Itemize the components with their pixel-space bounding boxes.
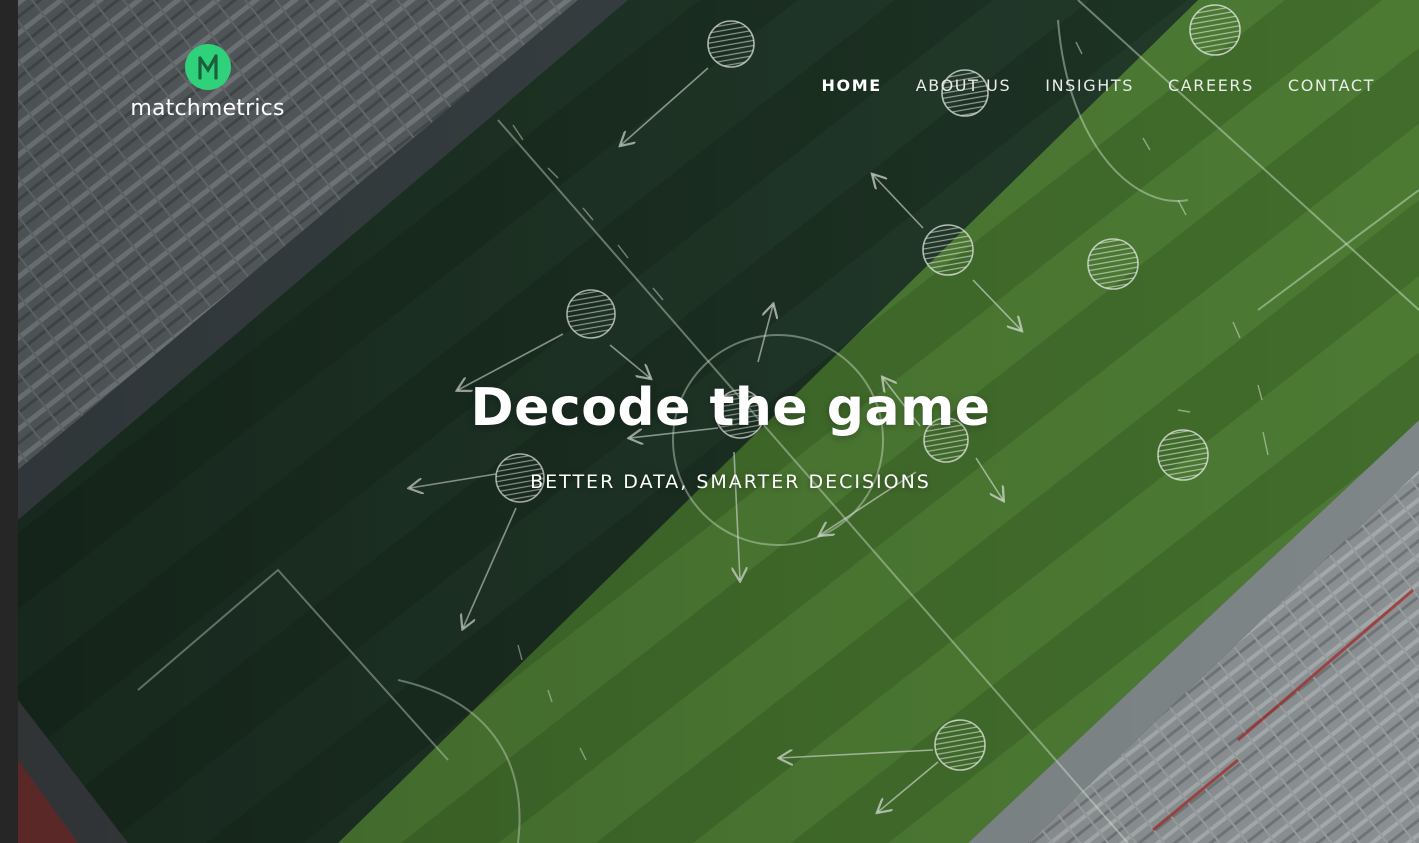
matchmetrics-logo-icon (184, 44, 231, 90)
nav-about-us[interactable]: ABOUT US (916, 76, 1011, 95)
nav-careers[interactable]: CAREERS (1168, 76, 1254, 95)
window-edge (0, 0, 18, 843)
nav-contact[interactable]: CONTACT (1288, 76, 1375, 95)
main-nav: HOME ABOUT US INSIGHTS CAREERS CONTACT (822, 76, 1375, 95)
hero-subtitle: BETTER DATA, SMARTER DECISIONS (530, 471, 931, 493)
nav-home[interactable]: HOME (822, 76, 882, 95)
page: matchmetrics HOME ABOUT US INSIGHTS CARE… (0, 0, 1419, 843)
nav-insights[interactable]: INSIGHTS (1045, 76, 1134, 95)
hero-title: Decode the game (470, 378, 991, 438)
brand-name: matchmetrics (130, 96, 285, 121)
hero-section: matchmetrics HOME ABOUT US INSIGHTS CARE… (18, 0, 1419, 843)
brand-logo[interactable]: matchmetrics (120, 44, 295, 121)
